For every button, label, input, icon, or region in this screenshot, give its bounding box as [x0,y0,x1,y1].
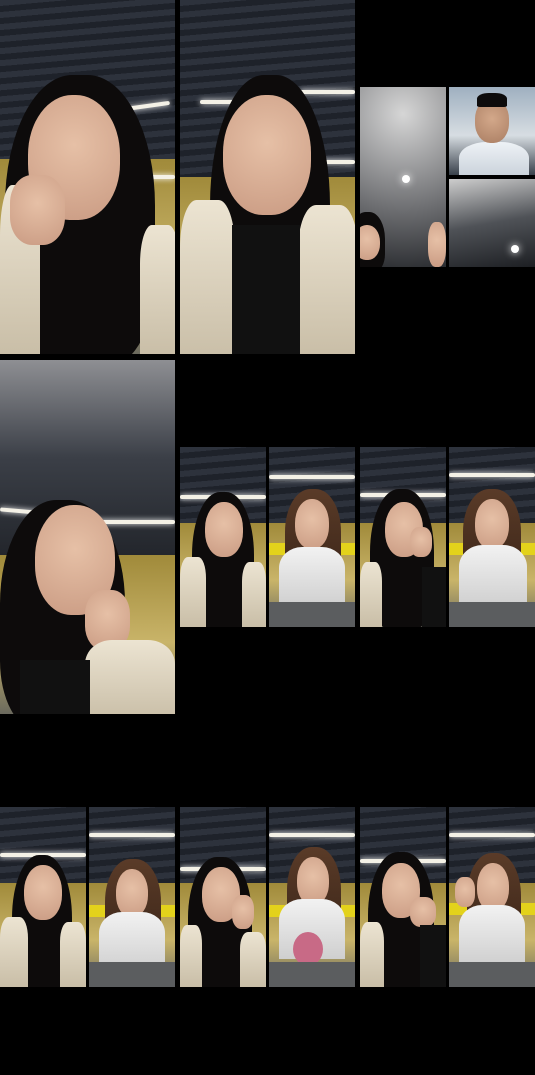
photo-tile-3 [360,87,535,267]
split-frame-1 [360,87,446,267]
split-frame-3 [449,179,535,267]
split-right [449,447,535,627]
photo-tile-4 [0,360,175,714]
split-left [0,807,86,987]
collage-page: { "collage": { "description_count": 10 }… [0,0,535,1075]
split-right [89,807,175,987]
photo-tile-7 [0,807,175,987]
photo-tile-9 [360,807,535,987]
split-left [180,807,266,987]
split-left [360,807,446,987]
split-left [180,447,266,627]
photo-tile-6 [360,447,535,627]
photo-tile-5 [180,447,355,627]
photo-tile-2 [180,0,355,354]
split-right [269,807,355,987]
split-right [269,447,355,627]
photo-tile-8 [180,807,355,987]
split-frame-2 [449,87,535,175]
photo-tile-1 [0,0,175,354]
split-left [360,447,446,627]
split-right [449,807,535,987]
